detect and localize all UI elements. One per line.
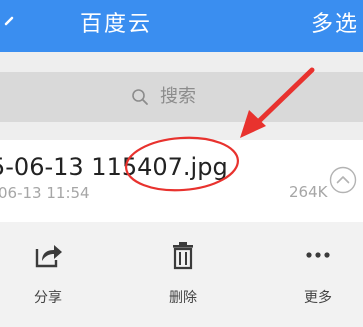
chevron-up-circle-icon[interactable] [328,165,358,195]
share-button[interactable]: 分享 [8,240,88,320]
trash-icon [173,242,193,270]
search-icon [132,89,148,105]
back-chevron-icon[interactable] [0,12,20,36]
file-date: 06-13 11:54 [0,184,90,202]
search-placeholder: 搜索 [160,86,196,107]
share-icon [35,245,62,268]
top-navbar: 百度云 多选 [0,0,363,52]
delete-label: 删除 [169,290,197,306]
page-title: 百度云 [80,12,153,37]
multi-select-button[interactable]: 多选 [311,11,359,39]
more-dots-icon [306,252,330,258]
more-button[interactable]: 更多 [278,240,358,320]
file-size: 264K [289,183,328,201]
share-label: 分享 [34,290,62,306]
file-name: 5-06-13 115407.jpg [0,153,228,181]
delete-button[interactable]: 删除 [143,240,223,320]
more-label: 更多 [304,290,332,306]
